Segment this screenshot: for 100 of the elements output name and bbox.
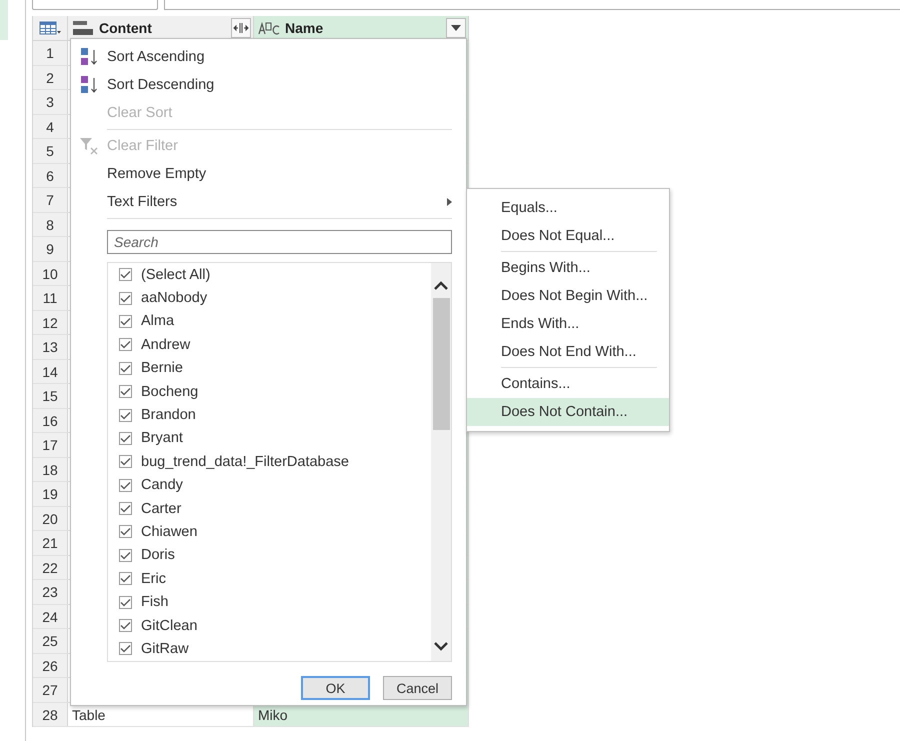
- checkmark-icon: [120, 480, 131, 490]
- checkbox[interactable]: [119, 502, 132, 516]
- checkbox[interactable]: [119, 338, 132, 352]
- row-number: 10: [33, 262, 68, 285]
- row-number: 26: [33, 654, 68, 677]
- checkbox[interactable]: [119, 642, 132, 656]
- value-label: aaNobody: [141, 290, 208, 306]
- checkmark-icon: [120, 316, 131, 326]
- submenu-item[interactable]: Does Not End With...: [467, 338, 669, 366]
- checkmark-icon: [120, 294, 131, 303]
- checkbox[interactable]: [119, 455, 132, 468]
- checkmark-icon: [120, 387, 131, 396]
- value-label: GitRaw: [141, 640, 189, 657]
- checkmark-icon: [120, 270, 131, 280]
- row-number: 11: [33, 286, 68, 310]
- row-number: 25: [33, 629, 68, 652]
- clear-filter-icon: [79, 136, 99, 156]
- menu-item[interactable]: Remove Empty: [71, 160, 452, 188]
- cancel-button[interactable]: Cancel: [383, 676, 452, 700]
- value-label: Carter: [141, 500, 182, 517]
- checkmark-icon: [120, 550, 131, 560]
- checkbox[interactable]: [119, 362, 132, 375]
- menu-item[interactable]: Sort Ascending: [71, 43, 452, 71]
- value-label: Candy: [141, 477, 183, 494]
- row-number: 22: [33, 556, 68, 579]
- checkbox[interactable]: [119, 548, 132, 562]
- submenu-item[interactable]: Does Not Begin With...: [467, 282, 669, 310]
- row-number: 5: [33, 139, 68, 162]
- value-label: Bernie: [141, 360, 183, 376]
- submenu-item[interactable]: Ends With...: [467, 310, 669, 338]
- row-number: 20: [33, 506, 68, 530]
- text-type-icon: [258, 21, 280, 35]
- checkbox[interactable]: [119, 385, 132, 398]
- value-label: Bryant: [141, 430, 183, 446]
- row-number: 28: [33, 702, 68, 726]
- submenu-item[interactable]: Contains...: [467, 370, 669, 398]
- value-label: Brandon: [141, 407, 196, 424]
- checkbox[interactable]: [119, 478, 132, 492]
- checkbox[interactable]: [119, 314, 132, 328]
- sort-ascending-icon: [79, 47, 99, 67]
- checkmark-icon: [120, 598, 131, 607]
- table-cell: Miko: [258, 706, 288, 722]
- row-number: 16: [33, 408, 68, 432]
- row-number: 19: [33, 482, 68, 506]
- table-icon: [39, 21, 61, 35]
- row-number: 8: [33, 212, 68, 236]
- checkbox[interactable]: [119, 525, 132, 538]
- submenu-item[interactable]: Begins With...: [467, 254, 669, 282]
- checkmark-icon: [120, 574, 131, 584]
- table-cell: Table: [72, 706, 106, 722]
- row-number: 7: [33, 188, 68, 212]
- column-header[interactable]: Name: [254, 16, 469, 40]
- checkbox[interactable]: [119, 268, 132, 282]
- checkbox[interactable]: [119, 408, 132, 422]
- checkbox[interactable]: [119, 432, 132, 445]
- row-number: 13: [33, 335, 68, 358]
- checkmark-icon: [120, 364, 131, 373]
- menu-item[interactable]: Sort Descending: [71, 71, 452, 99]
- checkmark-icon: [120, 340, 131, 350]
- row-number: 4: [33, 114, 68, 138]
- submenu-arrow-icon: [447, 198, 452, 206]
- value-label: Bocheng: [141, 384, 198, 400]
- row-number: 12: [33, 310, 68, 334]
- checkmark-icon: [120, 457, 131, 466]
- submenu-item[interactable]: Equals...: [467, 194, 669, 222]
- column-title: Content: [99, 20, 152, 36]
- side-panel: [0, 0, 8, 40]
- row-number: 9: [33, 237, 68, 260]
- row-number: 27: [33, 678, 68, 702]
- checkbox[interactable]: [119, 572, 132, 586]
- row-number: 1: [33, 41, 68, 64]
- row-number: 17: [33, 433, 68, 456]
- filter-dropdown-button[interactable]: [446, 18, 466, 38]
- value-label: Chiawen: [141, 524, 198, 540]
- scroll-up-icon[interactable]: [434, 281, 448, 290]
- expand-column-button[interactable]: [231, 18, 251, 38]
- row-number: 21: [33, 531, 68, 554]
- checkbox[interactable]: [119, 619, 132, 632]
- row-number: 18: [33, 458, 68, 481]
- scrollbar-thumb[interactable]: [432, 298, 450, 430]
- search-field[interactable]: Search: [107, 230, 452, 254]
- checkmark-icon: [120, 410, 131, 420]
- checkmark-icon: [120, 644, 131, 654]
- row-number: 6: [33, 164, 68, 187]
- ok-button[interactable]: OK: [301, 676, 370, 700]
- submenu-item[interactable]: Does Not Equal...: [467, 222, 669, 250]
- value-label: GitClean: [141, 618, 198, 634]
- value-label: Andrew: [141, 336, 190, 353]
- checkbox[interactable]: [119, 292, 132, 305]
- scroll-down-icon[interactable]: [434, 642, 448, 651]
- checkmark-icon: [120, 504, 131, 514]
- value-label: Alma: [141, 313, 174, 330]
- value-label: Eric: [141, 570, 166, 587]
- row-number: 3: [33, 90, 68, 114]
- toolbar-field[interactable]: [32, 0, 158, 10]
- submenu-item[interactable]: Does Not Contain...: [467, 398, 669, 426]
- checkbox[interactable]: [119, 596, 132, 609]
- caret-icon: [451, 25, 461, 31]
- row-number: 15: [33, 384, 68, 408]
- menu-item[interactable]: Text Filters: [71, 188, 452, 216]
